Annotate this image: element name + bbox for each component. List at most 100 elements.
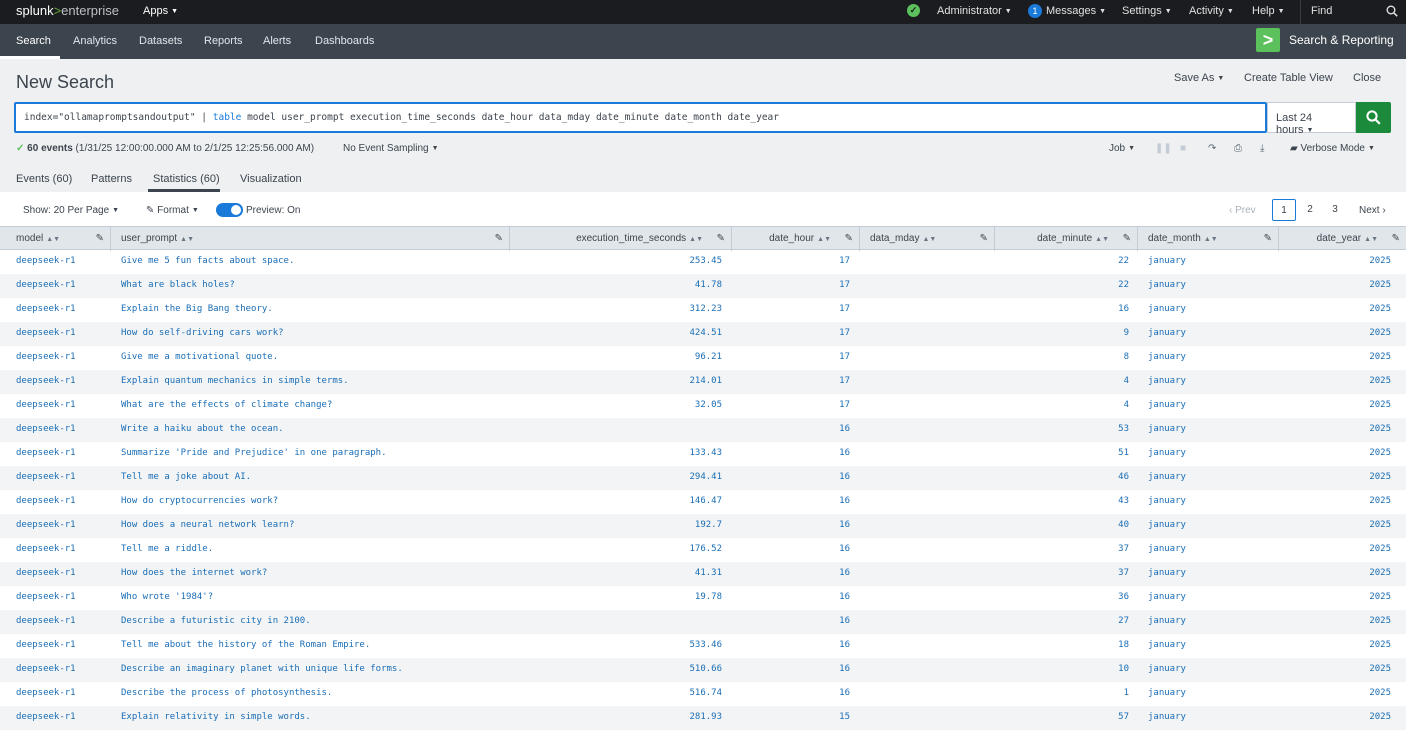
cell-date-minute[interactable]: 16 bbox=[1118, 304, 1129, 314]
cell-user-prompt[interactable]: What are black holes? bbox=[121, 280, 235, 290]
cell-model[interactable]: deepseek-r1 bbox=[16, 328, 76, 338]
page-2-button[interactable]: 2 bbox=[1298, 199, 1322, 221]
next-page-button[interactable]: Next › bbox=[1359, 205, 1386, 216]
format-menu[interactable]: ✎ Format ▼ bbox=[146, 205, 199, 216]
apps-menu[interactable]: Apps ▼ bbox=[143, 5, 178, 17]
cell-date-year[interactable]: 2025 bbox=[1369, 664, 1391, 674]
cell-user-prompt[interactable]: Tell me a riddle. bbox=[121, 544, 213, 554]
per-page-menu[interactable]: Show: 20 Per Page ▼ bbox=[23, 205, 119, 216]
cell-date-hour[interactable]: 16 bbox=[839, 592, 850, 602]
tab-events[interactable]: Events (60) bbox=[16, 173, 72, 185]
app-brand[interactable]: > Search & Reporting bbox=[1256, 28, 1394, 52]
cell-user-prompt[interactable]: How do self-driving cars work? bbox=[121, 328, 284, 338]
cell-date-minute[interactable]: 22 bbox=[1118, 280, 1129, 290]
pause-icon[interactable]: ❚❚ bbox=[1155, 143, 1172, 155]
cell-execution-time[interactable]: 510.66 bbox=[689, 664, 722, 674]
cell-model[interactable]: deepseek-r1 bbox=[16, 256, 76, 266]
messages-menu[interactable]: 1 Messages ▼ bbox=[1028, 4, 1106, 18]
table-row[interactable]: deepseek-r1 How does a neural network lea… bbox=[0, 514, 1406, 538]
cell-date-minute[interactable]: 40 bbox=[1118, 520, 1129, 530]
activity-menu[interactable]: Activity ▼ bbox=[1189, 5, 1234, 17]
cell-date-year[interactable]: 2025 bbox=[1369, 400, 1391, 410]
cell-date-hour[interactable]: 17 bbox=[839, 280, 850, 290]
cell-user-prompt[interactable]: Describe a futuristic city in 2100. bbox=[121, 616, 311, 626]
cell-model[interactable]: deepseek-r1 bbox=[16, 664, 76, 674]
table-row[interactable]: deepseek-r1 Explain the Big Bang theory. 3… bbox=[0, 298, 1406, 322]
cell-date-month[interactable]: january bbox=[1148, 328, 1186, 338]
column-header-date-minute[interactable]: date_minute ▲▼ ✎ bbox=[995, 227, 1138, 251]
cell-user-prompt[interactable]: How does the internet work? bbox=[121, 568, 267, 578]
cell-date-month[interactable]: january bbox=[1148, 472, 1186, 482]
cell-user-prompt[interactable]: How do cryptocurrencies work? bbox=[121, 496, 278, 506]
cell-date-minute[interactable]: 9 bbox=[1124, 328, 1129, 338]
cell-date-hour[interactable]: 16 bbox=[839, 496, 850, 506]
cell-date-year[interactable]: 2025 bbox=[1369, 712, 1391, 722]
table-row[interactable]: deepseek-r1 Write a haiku about the ocean… bbox=[0, 418, 1406, 442]
pencil-icon[interactable]: ✎ bbox=[495, 227, 503, 250]
column-header-date-year[interactable]: date_year ▲▼ ✎ bbox=[1279, 227, 1406, 251]
tab-statistics[interactable]: Statistics (60) bbox=[153, 173, 220, 185]
cell-date-month[interactable]: january bbox=[1148, 664, 1186, 674]
cell-user-prompt[interactable]: Write a haiku about the ocean. bbox=[121, 424, 284, 434]
administrator-menu[interactable]: Administrator ▼ bbox=[937, 5, 1012, 17]
prev-page-button[interactable]: ‹ Prev bbox=[1229, 205, 1256, 216]
health-status-icon[interactable]: ✓ bbox=[907, 4, 920, 17]
cell-date-year[interactable]: 2025 bbox=[1369, 256, 1391, 266]
cell-date-hour[interactable]: 16 bbox=[839, 616, 850, 626]
share-icon[interactable]: ↷ bbox=[1208, 143, 1220, 155]
table-row[interactable]: deepseek-r1 What are the effects of clima… bbox=[0, 394, 1406, 418]
column-header-data-mday[interactable]: data_mday ▲▼ ✎ bbox=[860, 227, 995, 251]
page-1-button[interactable]: 1 bbox=[1272, 199, 1296, 221]
cell-date-year[interactable]: 2025 bbox=[1369, 568, 1391, 578]
cell-date-minute[interactable]: 36 bbox=[1118, 592, 1129, 602]
find-input[interactable]: Find bbox=[1300, 0, 1406, 24]
cell-user-prompt[interactable]: Tell me a joke about AI. bbox=[121, 472, 251, 482]
cell-execution-time[interactable]: 516.74 bbox=[689, 688, 722, 698]
cell-model[interactable]: deepseek-r1 bbox=[16, 712, 76, 722]
table-row[interactable]: deepseek-r1 What are black holes? 41.78 17 2… bbox=[0, 274, 1406, 298]
table-row[interactable]: deepseek-r1 Give me a motivational quote.… bbox=[0, 346, 1406, 370]
table-row[interactable]: deepseek-r1 Who wrote '1984'? 19.78 16 36 jan… bbox=[0, 586, 1406, 610]
cell-date-hour[interactable]: 16 bbox=[839, 664, 850, 674]
cell-date-minute[interactable]: 37 bbox=[1118, 544, 1129, 554]
cell-date-month[interactable]: january bbox=[1148, 688, 1186, 698]
stop-icon[interactable]: ■ bbox=[1180, 143, 1192, 155]
pencil-icon[interactable]: ✎ bbox=[1264, 227, 1272, 250]
splunk-logo[interactable]: splunk>enterprise bbox=[16, 3, 119, 18]
cell-date-month[interactable]: january bbox=[1148, 616, 1186, 626]
cell-date-year[interactable]: 2025 bbox=[1369, 496, 1391, 506]
table-row[interactable]: deepseek-r1 Tell me a joke about AI. 294.4… bbox=[0, 466, 1406, 490]
cell-date-year[interactable]: 2025 bbox=[1369, 328, 1391, 338]
cell-date-hour[interactable]: 16 bbox=[839, 688, 850, 698]
cell-model[interactable]: deepseek-r1 bbox=[16, 376, 76, 386]
cell-model[interactable]: deepseek-r1 bbox=[16, 496, 76, 506]
cell-user-prompt[interactable]: Explain the Big Bang theory. bbox=[121, 304, 273, 314]
table-row[interactable]: deepseek-r1 How do cryptocurrencies work?… bbox=[0, 490, 1406, 514]
cell-date-minute[interactable]: 4 bbox=[1124, 400, 1129, 410]
cell-user-prompt[interactable]: Tell me about the history of the Roman E… bbox=[121, 640, 370, 650]
cell-date-month[interactable]: january bbox=[1148, 280, 1186, 290]
cell-date-year[interactable]: 2025 bbox=[1369, 592, 1391, 602]
cell-execution-time[interactable]: 294.41 bbox=[689, 472, 722, 482]
cell-date-hour[interactable]: 17 bbox=[839, 304, 850, 314]
pencil-icon[interactable]: ✎ bbox=[845, 227, 853, 250]
cell-date-hour[interactable]: 16 bbox=[839, 424, 850, 434]
cell-date-month[interactable]: january bbox=[1148, 544, 1186, 554]
cell-execution-time[interactable]: 19.78 bbox=[695, 592, 722, 602]
cell-date-hour[interactable]: 17 bbox=[839, 256, 850, 266]
page-3-button[interactable]: 3 bbox=[1323, 199, 1347, 221]
cell-date-hour[interactable]: 17 bbox=[839, 328, 850, 338]
search-icon[interactable] bbox=[1386, 5, 1398, 17]
event-sampling-menu[interactable]: No Event Sampling ▼ bbox=[343, 143, 439, 154]
cell-model[interactable]: deepseek-r1 bbox=[16, 592, 76, 602]
pencil-icon[interactable]: ✎ bbox=[717, 227, 725, 250]
cell-date-year[interactable]: 2025 bbox=[1369, 280, 1391, 290]
nav-alerts[interactable]: Alerts bbox=[263, 35, 291, 47]
cell-model[interactable]: deepseek-r1 bbox=[16, 544, 76, 554]
cell-model[interactable]: deepseek-r1 bbox=[16, 400, 76, 410]
table-row[interactable]: deepseek-r1 How do self-driving cars work… bbox=[0, 322, 1406, 346]
cell-date-year[interactable]: 2025 bbox=[1369, 304, 1391, 314]
cell-date-month[interactable]: january bbox=[1148, 304, 1186, 314]
cell-date-month[interactable]: january bbox=[1148, 640, 1186, 650]
nav-datasets[interactable]: Datasets bbox=[139, 35, 182, 47]
